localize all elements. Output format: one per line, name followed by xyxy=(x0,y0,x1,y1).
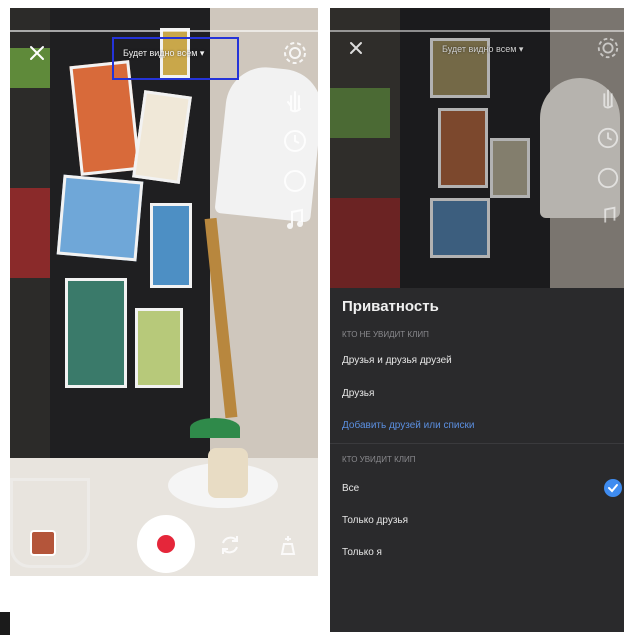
audience-label: Будет видно всем xyxy=(442,44,517,54)
timer-icon xyxy=(284,130,306,152)
edge-fragment xyxy=(0,612,10,635)
record-button[interactable] xyxy=(137,515,195,573)
hand-gesture-icon xyxy=(603,89,614,109)
camera-screen: Будет видно всем ▾ xyxy=(10,8,318,576)
camera-preview xyxy=(10,8,318,576)
show-section-header: КТО УВИДИТ КЛИП xyxy=(342,455,416,464)
chevron-down-icon: ▾ xyxy=(518,44,524,54)
checkmark-icon xyxy=(608,484,618,493)
music-button[interactable] xyxy=(596,204,622,230)
close-button-right[interactable] xyxy=(348,40,364,56)
music-button[interactable] xyxy=(282,206,308,232)
close-icon xyxy=(30,46,44,60)
add-friends-link[interactable]: Добавить друзей или списки xyxy=(342,420,474,431)
record-dot xyxy=(157,535,175,553)
circle-icon xyxy=(284,170,306,192)
timer-icon xyxy=(597,127,619,149)
circle-icon xyxy=(597,167,619,189)
show-option-only-me[interactable]: Только я xyxy=(342,547,382,558)
audience-dropdown-right[interactable]: Будет видно всем ▾ xyxy=(442,44,523,55)
show-option-friends-only[interactable]: Только друзья xyxy=(342,515,408,526)
speed-button[interactable] xyxy=(596,166,622,192)
timer-button[interactable] xyxy=(282,128,308,154)
close-icon xyxy=(350,42,362,54)
hide-option-friends-of-friends[interactable]: Друзья и друзья друзей xyxy=(342,355,452,366)
settings-gear-icon xyxy=(597,37,619,59)
highlight-box xyxy=(112,37,239,80)
privacy-sheet: Приватность КТО НЕ УВИДИТ КЛИП Друзья и … xyxy=(330,288,624,632)
settings-button[interactable] xyxy=(282,40,308,66)
hide-section-header: КТО НЕ УВИДИТ КЛИП xyxy=(342,330,429,339)
flip-camera-button[interactable] xyxy=(217,532,243,558)
music-note-icon xyxy=(287,208,303,229)
timer-button[interactable] xyxy=(596,126,622,152)
settings-gear-icon xyxy=(284,42,306,64)
gesture-button[interactable] xyxy=(596,86,622,112)
magic-wand-icon xyxy=(280,536,296,555)
divider xyxy=(330,443,624,444)
effects-button[interactable] xyxy=(275,532,301,558)
flip-camera-icon xyxy=(222,536,238,554)
hide-option-friends[interactable]: Друзья xyxy=(342,388,374,399)
hand-gesture-icon xyxy=(287,91,301,113)
privacy-screen: Будет видно всем ▾ Приватность КТО НЕ УВ… xyxy=(330,8,624,632)
show-option-all[interactable]: Все xyxy=(342,483,359,494)
settings-button[interactable] xyxy=(596,36,622,62)
speed-button[interactable] xyxy=(282,168,308,194)
sheet-title: Приватность xyxy=(342,298,439,315)
gallery-thumbnail[interactable] xyxy=(30,530,56,556)
music-note-icon xyxy=(604,206,616,223)
close-button[interactable] xyxy=(28,44,46,62)
gesture-button[interactable] xyxy=(282,88,308,114)
selected-checkmark xyxy=(604,479,622,497)
